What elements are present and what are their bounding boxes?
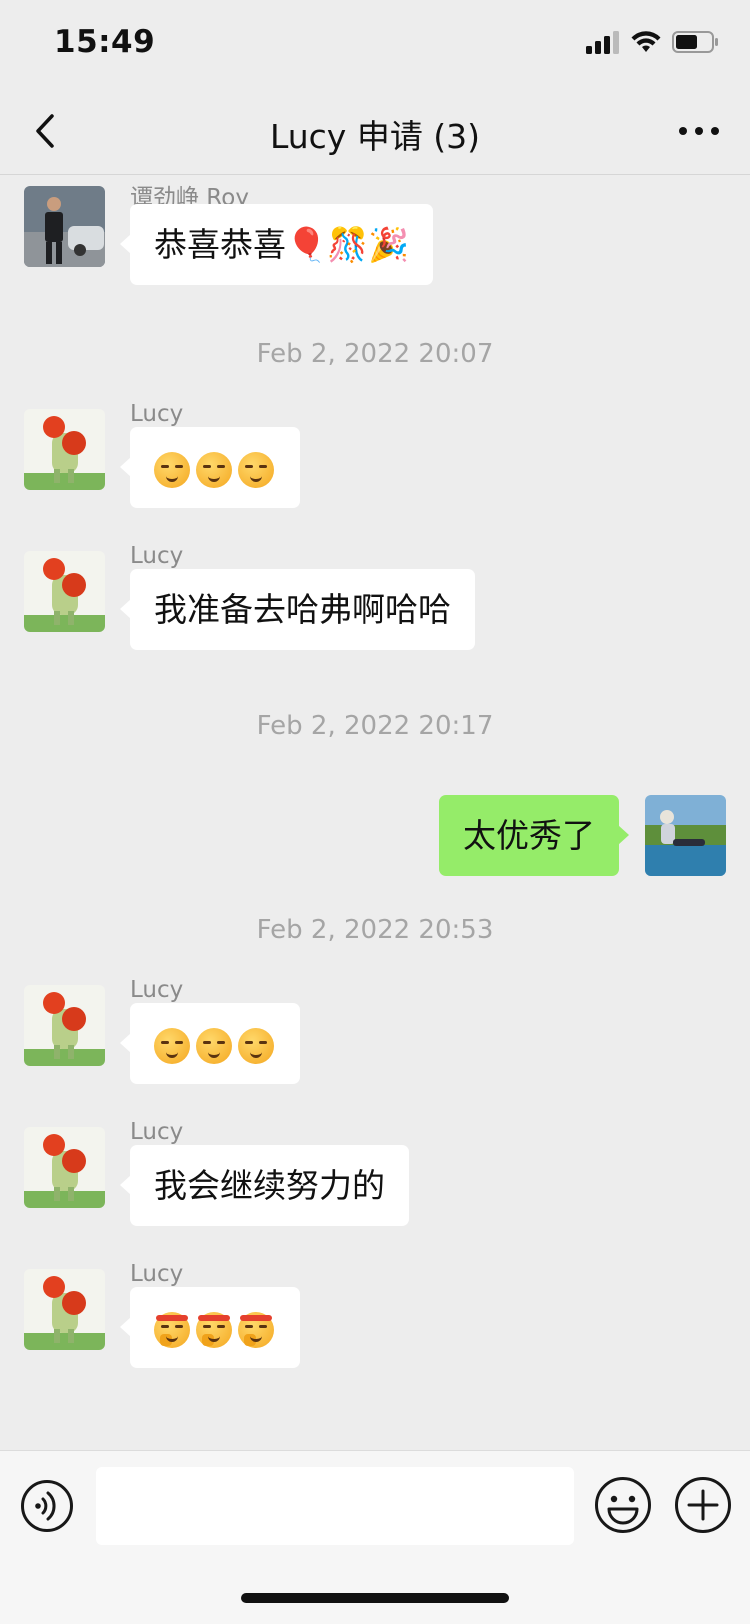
wifi-icon xyxy=(631,31,661,52)
status-bar: 15:49 xyxy=(0,0,750,88)
cellular-signal-icon xyxy=(586,31,619,54)
avatar-roy[interactable] xyxy=(24,186,105,267)
avatar-image xyxy=(24,186,105,267)
smirk-face-icon xyxy=(196,1027,232,1064)
chat-screen: 15:49 Lucy 申请 (3) 谭劲峥 Roy 恭喜恭喜🎈🎊🎉 Feb 2,… xyxy=(0,0,750,1624)
avatar-lucy[interactable] xyxy=(24,1269,105,1350)
smirk-face-icon xyxy=(196,451,232,488)
home-indicator[interactable] xyxy=(241,1593,509,1603)
emoji-group xyxy=(154,451,274,488)
message-bubble[interactable] xyxy=(120,1003,300,1084)
avatar-self[interactable] xyxy=(645,795,726,876)
emoji-group xyxy=(154,1311,274,1348)
message-bubble[interactable]: 太优秀了 xyxy=(439,795,629,876)
smirk-face-icon xyxy=(238,1027,274,1064)
timestamp: Feb 2, 2022 20:53 xyxy=(256,915,494,945)
plus-icon[interactable] xyxy=(674,1476,732,1534)
timestamp: Feb 2, 2022 20:17 xyxy=(256,711,494,741)
sender-name: Lucy xyxy=(130,401,184,427)
avatar-lucy[interactable] xyxy=(24,1127,105,1208)
timestamp: Feb 2, 2022 20:07 xyxy=(256,339,494,369)
sender-name: Lucy xyxy=(130,977,184,1003)
avatar-lucy[interactable] xyxy=(24,985,105,1066)
determined-face-icon xyxy=(238,1311,274,1348)
message-bubble[interactable]: 我会继续努力的 xyxy=(120,1145,409,1226)
sender-name: Lucy xyxy=(130,543,184,569)
avatar-image xyxy=(24,1269,105,1350)
avatar-image xyxy=(645,795,726,876)
status-time: 15:49 xyxy=(54,24,156,60)
message-bubble[interactable]: 恭喜恭喜🎈🎊🎉 xyxy=(119,204,434,285)
avatar-lucy[interactable] xyxy=(24,409,105,490)
message-list[interactable]: 谭劲峥 Roy 恭喜恭喜🎈🎊🎉 Feb 2, 2022 20:07 Lucy L… xyxy=(0,175,750,1450)
avatar-image xyxy=(24,1127,105,1208)
message-bubble[interactable] xyxy=(120,1287,300,1368)
message-input[interactable] xyxy=(96,1467,574,1545)
emoji-group xyxy=(154,1027,274,1064)
status-icons xyxy=(586,30,720,54)
avatar-image xyxy=(24,551,105,632)
smirk-face-icon xyxy=(154,1027,190,1064)
avatar-lucy[interactable] xyxy=(24,551,105,632)
avatar-image xyxy=(24,985,105,1066)
sender-name: Lucy xyxy=(130,1261,184,1287)
determined-face-icon xyxy=(196,1311,232,1348)
voice-icon[interactable] xyxy=(20,1479,74,1533)
sender-name: Lucy xyxy=(130,1119,184,1145)
message-bubble[interactable]: 我准备去哈弗啊哈哈 xyxy=(120,569,475,650)
chat-title: Lucy 申请 (3) xyxy=(269,117,481,156)
more-horizontal-icon[interactable] xyxy=(676,114,722,148)
avatar-image xyxy=(24,409,105,490)
nav-bar: Lucy 申请 (3) xyxy=(0,88,750,175)
determined-face-icon xyxy=(154,1311,190,1348)
smirk-face-icon xyxy=(154,451,190,488)
battery-icon xyxy=(672,31,718,53)
smirk-face-icon xyxy=(238,451,274,488)
input-bar xyxy=(0,1450,750,1624)
message-bubble[interactable] xyxy=(120,427,300,508)
emoji-icon[interactable] xyxy=(594,1476,652,1534)
